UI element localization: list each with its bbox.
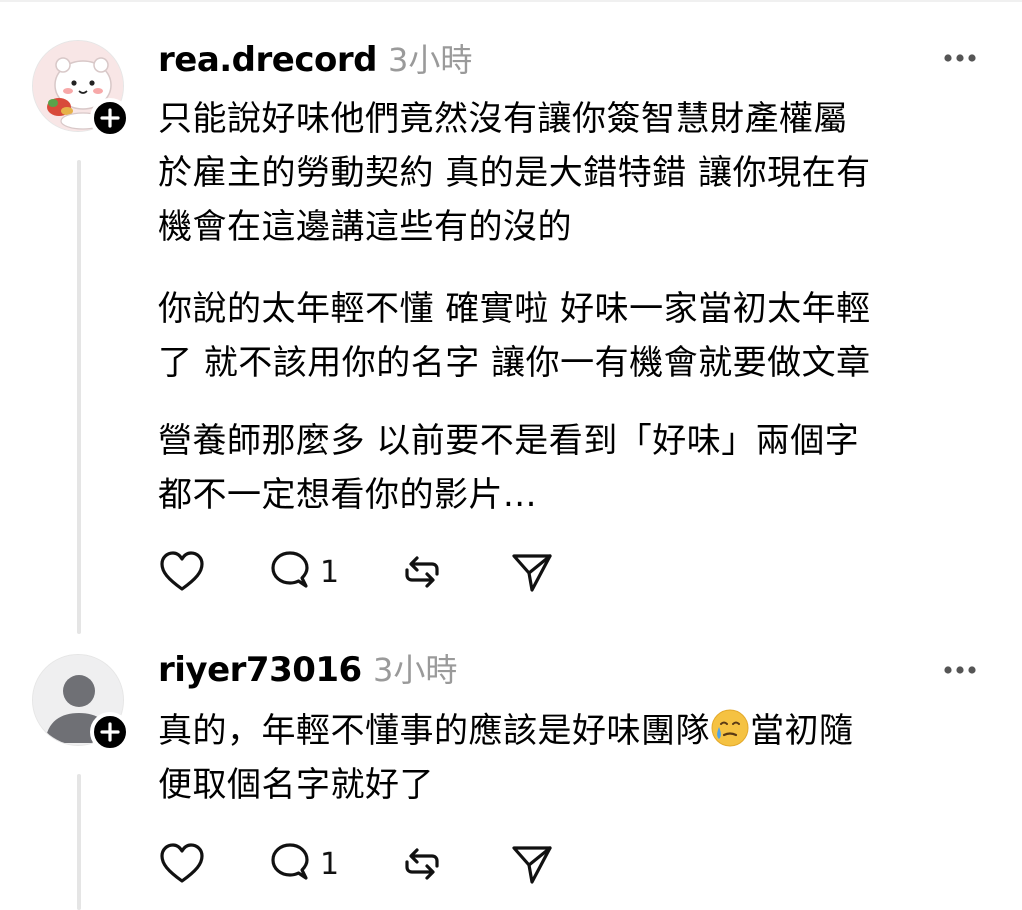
- plus-icon: [100, 108, 120, 128]
- heart-icon: [160, 843, 204, 883]
- thread-line: [77, 160, 81, 634]
- username[interactable]: rea.drecord: [158, 40, 377, 80]
- follow-button[interactable]: [90, 712, 130, 752]
- avatar-container[interactable]: [32, 40, 130, 138]
- top-divider: [0, 0, 1022, 2]
- plus-icon: [100, 722, 120, 742]
- comment-text-part-2: 當初隨: [750, 711, 854, 751]
- follow-button[interactable]: [90, 98, 130, 138]
- comment-bubble-icon: [271, 843, 309, 880]
- timestamp: 3小時: [373, 651, 458, 689]
- reply-count: 1: [320, 555, 340, 590]
- comment-text-paragraph-3: 營養師那麼多 以前要不是看到「好味」兩個字 都不一定想看你的影片...: [158, 421, 860, 515]
- action-bar: 1: [158, 548, 578, 598]
- comment-text-part-1: 真的，年輕不懂事的應該是好味團隊: [158, 711, 710, 751]
- like-button[interactable]: [158, 840, 206, 892]
- comment-bubble-icon: [271, 551, 309, 588]
- thread-line: [77, 774, 81, 910]
- more-options-button[interactable]: [940, 660, 980, 680]
- heart-icon: [160, 551, 204, 591]
- repost-icon: [405, 556, 439, 588]
- more-dots-icon: [944, 666, 976, 674]
- repost-icon: [405, 848, 439, 880]
- send-icon: [512, 846, 552, 884]
- share-button[interactable]: [508, 840, 556, 892]
- comment-text-paragraph-2: 你說的太年輕不懂 確實啦 好味一家當初太年輕 了 就不該用你的名字 讓你一有機會…: [158, 289, 871, 383]
- action-bar: 1: [158, 840, 578, 890]
- comment-text: 真的，年輕不懂事的應該是好味團隊 當初隨 便取個名字就好了: [158, 704, 998, 812]
- more-dots-icon: [944, 54, 976, 62]
- username[interactable]: riyer73016: [158, 650, 362, 690]
- comment-text-paragraph-1: 只能說好味他們竟然沒有讓你簽智慧財產權屬 於雇主的勞動契約 真的是大錯特錯 讓你…: [158, 99, 871, 247]
- reply-count: 1: [320, 847, 340, 882]
- reply-button[interactable]: [266, 840, 314, 892]
- timestamp: 3小時: [388, 41, 473, 79]
- more-options-button[interactable]: [940, 48, 980, 68]
- repost-button[interactable]: [398, 840, 446, 892]
- like-button[interactable]: [158, 548, 206, 600]
- comment-text-line-2: 便取個名字就好了: [158, 765, 434, 805]
- send-icon: [512, 554, 552, 592]
- avatar-container[interactable]: [32, 654, 130, 752]
- repost-button[interactable]: [398, 548, 446, 600]
- face-holding-back-tears-emoji: [710, 708, 750, 748]
- share-button[interactable]: [508, 548, 556, 600]
- reply-button[interactable]: [266, 548, 314, 600]
